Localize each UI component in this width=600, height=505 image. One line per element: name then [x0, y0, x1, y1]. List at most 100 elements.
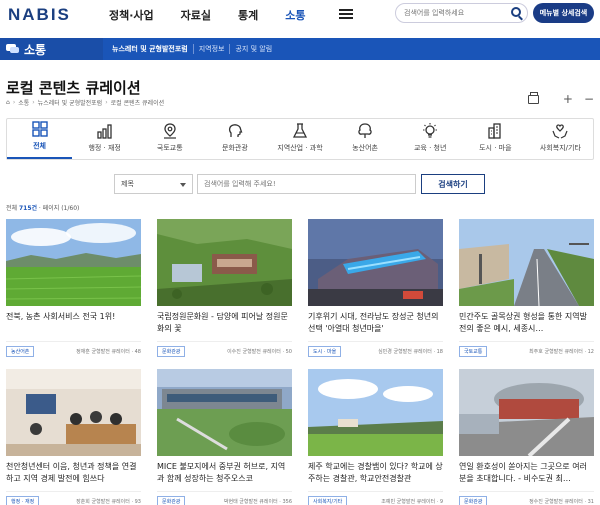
content-card[interactable]: 기후위기 시대, 전라남도 장성군 청년의 선택 '아열대 청년마을' 도시 ·… [308, 219, 443, 357]
card-title[interactable]: MICE 불모지에서 중부권 허브로, 지역과 함께 성장하는 청주오스코 [157, 461, 292, 485]
category-tag[interactable]: 국토교통 [459, 346, 488, 357]
result-count: 전체 715건 · 페이지 (1/60) [6, 205, 80, 212]
card-thumbnail[interactable] [459, 369, 594, 456]
card-title[interactable]: 국립정원문화원 - 담양에 피어날 정원문화의 꽃 [157, 311, 292, 335]
content-card[interactable]: 제주 학교에는 경찰뱀이 있다? 학교에 상주하는 경찰관, 학교안전경찰관 사… [308, 369, 443, 505]
card-title[interactable]: 제주 학교에는 경찰뱀이 있다? 학교에 상주하는 경찰관, 학교안전경찰관 [308, 461, 443, 485]
content-card[interactable]: 민간주도 골목상권 형성을 통한 지역발전의 좋은 예시, 세종시… 국토교통 … [459, 219, 594, 357]
card-author: 정재훈 균형발전 큐레이터 · 48 [76, 349, 141, 355]
street-alley-photo [459, 219, 594, 306]
garden-aerial-photo [157, 219, 292, 306]
category-tab-all[interactable]: 전체 [7, 119, 73, 159]
card-thumbnail[interactable] [459, 219, 594, 306]
category-tag[interactable]: 문화관광 [157, 346, 186, 357]
page-tools: + − [527, 91, 594, 105]
chevron-down-icon [180, 183, 186, 187]
category-tag[interactable]: 도시 · 마을 [308, 346, 342, 357]
print-icon[interactable] [527, 91, 539, 104]
category-tab-admin-finance[interactable]: 행정 · 재정 [72, 119, 137, 159]
card-author: 심민경 균형발전 큐레이터 · 18 [378, 349, 443, 355]
stadium-photo [459, 369, 594, 456]
nav-item-library[interactable]: 자료실 [181, 7, 211, 23]
card-title[interactable]: 천안청년센터 이음, 청년과 정책을 연결하고 지역 경제 발전에 힘쓰다 [6, 461, 141, 485]
global-search [395, 3, 528, 23]
convention-center-aerial-photo [157, 369, 292, 456]
content-card[interactable]: 전북, 농촌 사회서비스 전국 1위! 농산어촌 정재훈 균형발전 큐레이터 ·… [6, 219, 141, 357]
bulb-icon [423, 123, 438, 138]
zoom-out-icon[interactable]: − [584, 93, 594, 105]
content-card[interactable]: MICE 불모지에서 중부권 허브로, 지역과 함께 성장하는 청주오스코 문화… [157, 369, 292, 505]
tree-icon [358, 123, 372, 138]
content-card[interactable]: 천안청년센터 이음, 청년과 정책을 연결하고 지역 경제 발전에 힘쓰다 행정… [6, 369, 141, 505]
category-tag[interactable]: 문화관광 [459, 496, 488, 505]
card-title[interactable]: 민간주도 골목상권 형성을 통한 지역발전의 좋은 예시, 세종시… [459, 311, 594, 335]
card-thumbnail[interactable] [157, 219, 292, 306]
card-author: 최주호 균형발전 큐레이터 · 12 [529, 349, 594, 355]
card-author: 조예빈 균형발전 큐레이터 · 9 [381, 499, 443, 505]
head-icon [228, 124, 243, 137]
subnav-regional-info[interactable]: 지역정보 [192, 44, 230, 54]
school-field-photo [308, 369, 443, 456]
subnav-notice[interactable]: 공지 및 알림 [229, 44, 277, 54]
content-card[interactable]: 연일 환호성이 쏟아지는 그곳으로 여러분을 초대합니다. - 비수도권 최… … [459, 369, 594, 505]
card-thumbnail[interactable] [6, 219, 141, 306]
search-icon[interactable] [511, 7, 521, 17]
breadcrumb-item[interactable]: 로컬 콘텐츠 큐레이션 [111, 98, 165, 107]
category-tab-welfare-etc[interactable]: 사회복지/기타 [528, 119, 593, 159]
grid-icon [31, 121, 48, 137]
buildings-icon [488, 123, 501, 139]
top-header: NABIS 정책·사업 자료실 통계 소통 메뉴별 상세검색 [0, 0, 600, 30]
card-thumbnail[interactable] [308, 369, 443, 456]
page-title: 로컬 콘텐츠 큐레이션 [6, 79, 141, 97]
hamburger-menu-icon[interactable] [339, 9, 353, 19]
map-pin-icon [163, 123, 176, 139]
category-tab-land-transport[interactable]: 국토교통 [137, 119, 202, 159]
breadcrumb: ⌂ › 소통 › 뉴스레터 및 균형발전포럼 › 로컬 콘텐츠 큐레이션 [6, 98, 165, 107]
card-thumbnail[interactable] [6, 369, 141, 456]
nav-item-stats[interactable]: 통계 [238, 7, 258, 23]
global-search-input[interactable] [404, 4, 504, 22]
search-button[interactable]: 검색하기 [421, 174, 485, 194]
home-icon[interactable]: ⌂ [6, 99, 10, 106]
nav-item-policy[interactable]: 정책·사업 [109, 7, 154, 23]
category-tab-culture-tourism[interactable]: 문화관광 [202, 119, 267, 159]
zoom-in-icon[interactable]: + [563, 93, 573, 105]
card-title[interactable]: 연일 환호성이 쏟아지는 그곳으로 여러분을 초대합니다. - 비수도권 최… [459, 461, 594, 485]
category-tab-rural[interactable]: 농산어촌 [333, 119, 398, 159]
rural-field-photo [6, 219, 141, 306]
card-thumbnail[interactable] [157, 369, 292, 456]
card-thumbnail[interactable] [308, 219, 443, 306]
content-card[interactable]: 국립정원문화원 - 담양에 피어날 정원문화의 꽃 문화관광 이수진 균형발전 … [157, 219, 292, 357]
category-tag[interactable]: 사회복지/기타 [308, 496, 348, 505]
breadcrumb-item[interactable]: 소통 [18, 98, 29, 107]
nav-item-communication[interactable]: 소통 [285, 7, 305, 23]
keyword-search-input[interactable] [197, 174, 416, 194]
breadcrumb-item[interactable]: 뉴스레터 및 균형발전포럼 [38, 98, 103, 107]
search-field-select[interactable]: 제목 [114, 174, 193, 194]
chat-bubbles-icon [6, 44, 19, 54]
category-tag[interactable]: 행정 · 재정 [6, 496, 40, 505]
hands-heart-icon [552, 124, 568, 139]
section-title-block: 소통 [0, 38, 103, 60]
category-tag[interactable]: 농산어촌 [6, 346, 35, 357]
category-tab-city-village[interactable]: 도시 · 마을 [463, 119, 528, 159]
subnav-newsletter[interactable]: 뉴스레터 및 균형발전포럼 [112, 44, 193, 54]
youth-center-meeting-photo [6, 369, 141, 456]
main-nav: 정책·사업 자료실 통계 소통 [109, 7, 333, 23]
card-title[interactable]: 기후위기 시대, 전라남도 장성군 청년의 선택 '아열대 청년마을' [308, 311, 443, 335]
category-tag[interactable]: 문화관광 [157, 496, 186, 505]
card-author: 이수진 균형발전 큐레이터 · 50 [227, 349, 292, 355]
flask-icon [292, 123, 308, 138]
category-tabs: 전체 행정 · 재정 국토교통 문화관광 지역산업 · 과학 농산어촌 교육 ·… [6, 118, 594, 160]
section-bar: 소통 뉴스레터 및 균형발전포럼 지역정보 공지 및 알림 [0, 38, 600, 60]
bar-chart-icon [97, 124, 112, 139]
card-title[interactable]: 전북, 농촌 사회서비스 전국 1위! [6, 311, 141, 335]
card-author: 박현태 균형발전 큐레이터 · 356 [223, 499, 292, 505]
night-building-photo [308, 219, 443, 306]
section-title: 소통 [24, 42, 47, 57]
category-tab-education-youth[interactable]: 교육 · 청년 [398, 119, 463, 159]
menu-detail-search-button[interactable]: 메뉴별 상세검색 [533, 3, 594, 23]
category-tab-industry-science[interactable]: 지역산업 · 과학 [267, 119, 332, 159]
section-subnav: 뉴스레터 및 균형발전포럼 지역정보 공지 및 알림 [112, 38, 277, 60]
nabis-logo[interactable]: NABIS [8, 5, 71, 25]
